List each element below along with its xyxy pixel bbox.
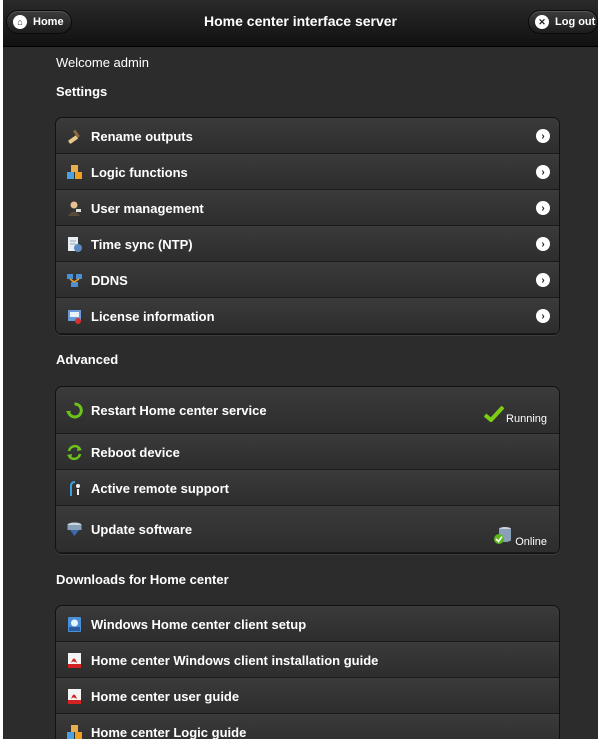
item-label: Time sync (NTP): [91, 236, 193, 252]
advanced-item-reboot-device[interactable]: Reboot device: [56, 434, 559, 470]
header-bar: ⌂ Home Home center interface server ✕ Lo…: [3, 0, 598, 47]
chevron-right-icon: ›: [536, 237, 550, 251]
item-label: Rename outputs: [91, 128, 193, 144]
brush-icon: [66, 128, 83, 145]
settings-item-user-management[interactable]: User management ›: [56, 190, 559, 226]
item-label: Home center Logic guide: [91, 724, 247, 739]
downloads-title: Downloads for Home center: [56, 572, 229, 587]
settings-item-ddns[interactable]: DDNS ›: [56, 262, 559, 298]
item-label: Update software: [91, 522, 193, 537]
app-window: ⌂ Home Home center interface server ✕ Lo…: [3, 0, 598, 739]
downloads-list: Windows Home center client setup Home ce…: [55, 605, 560, 739]
chevron-right-icon: ›: [536, 201, 550, 215]
advanced-list: Restart Home center service Running Rebo…: [55, 386, 560, 554]
item-label: Home center Windows client installation …: [91, 652, 379, 668]
logout-button[interactable]: ✕ Log out: [528, 10, 598, 34]
status-badge: Online: [493, 525, 547, 548]
chevron-right-icon: ›: [536, 165, 550, 179]
advanced-item-remote-support[interactable]: Active remote support: [56, 470, 559, 506]
status-text: Online: [515, 535, 547, 548]
item-label: License information: [91, 308, 215, 324]
chevron-right-icon: ›: [536, 309, 550, 323]
close-icon: ✕: [535, 15, 549, 29]
item-label: Restart Home center service: [91, 403, 267, 418]
clock-document-icon: [66, 236, 83, 253]
welcome-text: Welcome admin: [56, 55, 149, 70]
chevron-right-icon: ›: [536, 273, 550, 287]
restart-icon: [66, 402, 83, 419]
download-item-installation-guide[interactable]: Home center Windows client installation …: [56, 642, 559, 678]
download-item-client-setup[interactable]: Windows Home center client setup: [56, 606, 559, 642]
page-title: Home center interface server: [204, 13, 397, 29]
item-label: Windows Home center client setup: [91, 616, 307, 632]
settings-item-time-sync[interactable]: Time sync (NTP) ›: [56, 226, 559, 262]
item-label: Active remote support: [91, 480, 229, 496]
settings-item-license-information[interactable]: License information ›: [56, 298, 559, 334]
download-item-user-guide[interactable]: Home center user guide: [56, 678, 559, 714]
cubes-icon: [66, 164, 83, 181]
remote-support-icon: [66, 480, 83, 497]
download-item-logic-guide[interactable]: Home center Logic guide: [56, 714, 559, 739]
advanced-item-update-software[interactable]: Update software Online: [56, 506, 559, 553]
update-icon: [66, 521, 83, 538]
check-icon: [483, 405, 505, 425]
cubes-icon: [66, 724, 83, 739]
item-label: DDNS: [91, 272, 128, 288]
advanced-title: Advanced: [56, 352, 119, 367]
item-label: User management: [91, 200, 204, 216]
pdf-icon: [66, 688, 83, 705]
reboot-icon: [66, 444, 83, 461]
settings-title: Settings: [56, 84, 108, 99]
chevron-right-icon: ›: [536, 129, 550, 143]
network-icon: [66, 272, 83, 289]
item-label: Reboot device: [91, 444, 180, 460]
status-badge: Running: [483, 405, 547, 425]
msi-icon: [66, 616, 83, 633]
advanced-item-restart-service[interactable]: Restart Home center service Running: [56, 387, 559, 434]
settings-item-logic-functions[interactable]: Logic functions ›: [56, 154, 559, 190]
item-label: Logic functions: [91, 164, 188, 180]
pdf-icon: [66, 652, 83, 669]
status-text: Running: [506, 412, 547, 425]
settings-item-rename-outputs[interactable]: Rename outputs ›: [56, 118, 559, 154]
certificate-icon: [66, 308, 83, 325]
item-label: Home center user guide: [91, 688, 240, 704]
online-icon: [493, 525, 513, 548]
logout-button-label: Log out: [555, 16, 596, 28]
user-icon: [66, 200, 83, 217]
settings-list: Rename outputs › Logic functions › User …: [55, 117, 560, 335]
